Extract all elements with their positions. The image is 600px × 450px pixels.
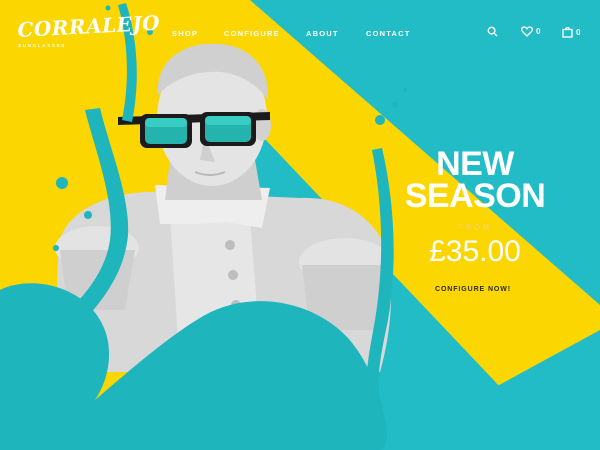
hero-section: CORRALEJO SUNGLASSES SHOP CONFIGURE ABOU… xyxy=(0,0,600,450)
price-from-label: FROM xyxy=(458,223,492,232)
hero-title: NEW SEASON xyxy=(394,145,556,215)
nav-configure[interactable]: CONFIGURE xyxy=(224,29,280,38)
search-icon xyxy=(487,26,498,37)
search-button[interactable] xyxy=(487,26,498,37)
hero-title-line-1: NEW xyxy=(436,145,514,183)
configure-now-button[interactable]: CONFIGURE NOW! xyxy=(423,279,523,300)
cart-count: 0 xyxy=(576,27,581,37)
hero-price: £35.00 xyxy=(429,235,521,268)
brand-tagline: SUNGLASSES xyxy=(18,43,67,48)
hero-title-line-2: SEASON xyxy=(404,177,546,215)
wishlist-count: 0 xyxy=(536,27,541,36)
brand-logo[interactable]: CORRALEJO SUNGLASSES xyxy=(17,11,161,54)
brand-name: CORRALEJO xyxy=(16,10,161,42)
cart-button[interactable]: 0 xyxy=(562,26,580,38)
nav-shop[interactable]: SHOP xyxy=(172,29,198,38)
bag-icon xyxy=(562,26,573,38)
nav-contact[interactable]: CONTACT xyxy=(366,29,411,38)
heart-icon xyxy=(521,26,533,37)
wishlist-button[interactable]: 0 xyxy=(521,26,540,37)
nav-about[interactable]: ABOUT xyxy=(306,29,339,38)
